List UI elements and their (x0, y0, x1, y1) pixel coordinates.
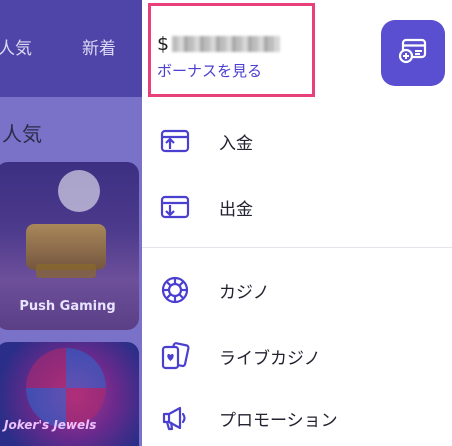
deposit-icon (160, 126, 190, 156)
menu-item-withdraw[interactable]: 出金 (142, 182, 452, 232)
megaphone-icon (160, 403, 190, 433)
menu-item-casino[interactable]: カジノ (142, 265, 452, 315)
live-casino-cards-icon (160, 341, 190, 371)
tab-new[interactable]: 新着 (82, 34, 116, 59)
game-logo-subtitle-image (36, 264, 96, 278)
game-card-big-bamboo[interactable]: Push Gaming (0, 162, 139, 330)
menu-item-live-casino[interactable]: ライブカジノ (142, 331, 452, 381)
menu-item-deposit[interactable]: 入金 (142, 116, 452, 166)
panda-image (58, 170, 100, 212)
balance-currency: $ (157, 33, 170, 55)
jester-image (26, 348, 106, 428)
wallet-button[interactable] (381, 20, 445, 86)
menu-label-promotions: プロモーション (219, 410, 338, 431)
balance-amount-masked (172, 36, 281, 52)
menu-item-promotions[interactable]: プロモーション (142, 393, 452, 443)
wallet-card-icon (397, 37, 429, 69)
game-card-jokers-jewels[interactable]: Joker's Jewels (0, 342, 139, 446)
game-provider-label: Push Gaming (19, 299, 116, 314)
menu-label-withdraw: 出金 (219, 199, 253, 220)
background-page: 人気 新着 人気 Push Gaming Joker's Jewels (0, 0, 142, 446)
game-title-label: Joker's Jewels (4, 418, 97, 432)
background-tab-bar: 人気 新着 (0, 0, 142, 97)
tab-popular[interactable]: 人気 (0, 34, 32, 59)
balance-display: $ (157, 33, 281, 55)
menu-label-live-casino: ライブカジノ (219, 348, 321, 369)
casino-chip-icon (160, 275, 190, 305)
menu-label-deposit: 入金 (219, 133, 253, 154)
menu-divider (142, 247, 452, 248)
side-drawer: $ ボーナスを見る 入金 出金 カジノ ライブカジノ プロモーション (142, 0, 452, 446)
menu-label-casino: カジノ (219, 282, 270, 303)
section-title-popular: 人気 (2, 122, 42, 146)
view-bonus-link[interactable]: ボーナスを見る (157, 60, 262, 81)
withdraw-icon (160, 192, 190, 222)
